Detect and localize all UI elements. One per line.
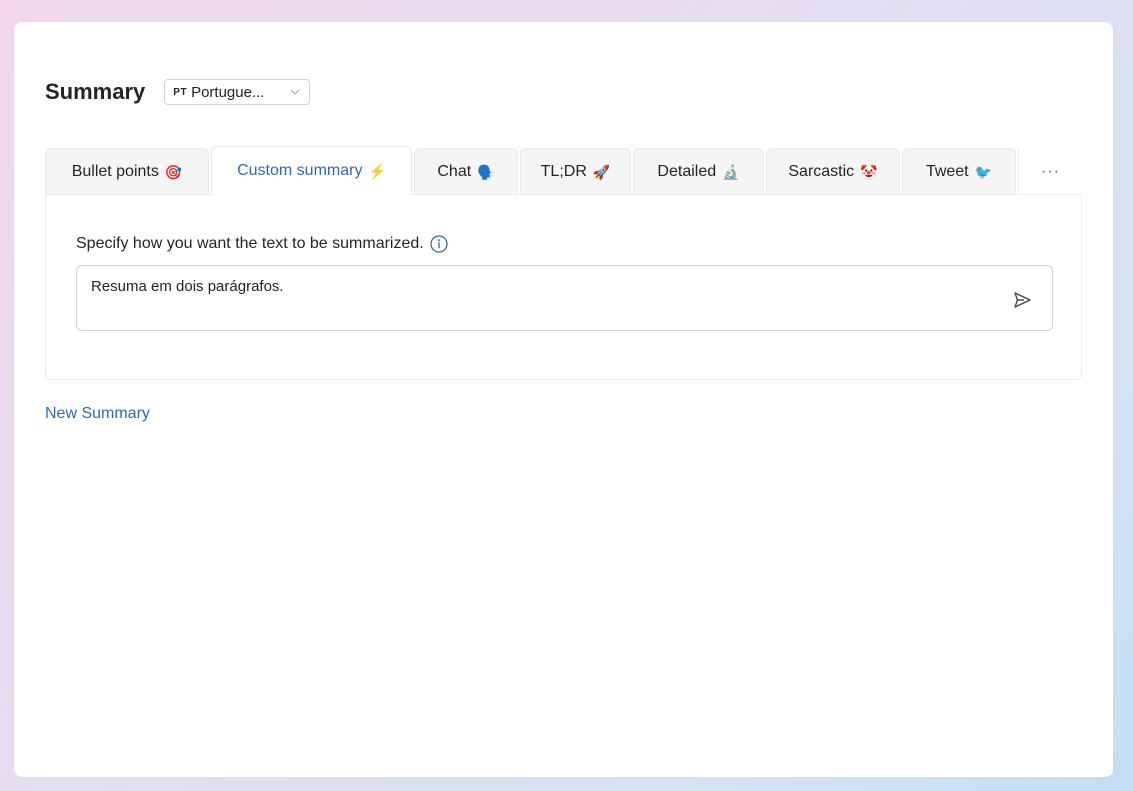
microscope-icon: 🔬 <box>722 163 740 180</box>
tab-detailed[interactable]: Detailed 🔬 <box>633 148 764 195</box>
tab-label: Bullet points <box>71 163 159 180</box>
chevron-down-icon <box>290 89 300 95</box>
tab-label: Sarcastic <box>788 163 855 180</box>
tab-sarcastic[interactable]: Sarcastic 🤡 <box>766 148 900 195</box>
target-icon: 🎯 <box>164 163 183 180</box>
tab-tldr[interactable]: TL;DR 🚀 <box>520 148 631 195</box>
prompt-value: Resuma em dois parágrafos. <box>91 278 284 295</box>
more-tabs-button[interactable]: ··· <box>1018 148 1082 195</box>
tab-label: Detailed <box>657 163 717 180</box>
bird-icon: 🐦 <box>974 163 993 180</box>
instruction-row: Specify how you want the text to be summ… <box>76 235 448 253</box>
tab-chat[interactable]: Chat 🗣️ <box>414 148 518 195</box>
new-summary-link[interactable]: New Summary <box>45 405 150 423</box>
language-label: Portugue... <box>191 83 265 101</box>
tab-tweet[interactable]: Tweet 🐦 <box>902 148 1016 195</box>
tab-label: Tweet <box>925 163 969 180</box>
info-icon[interactable] <box>430 235 448 253</box>
prompt-input[interactable]: Resuma em dois parágrafos. <box>76 265 1053 331</box>
main-card: Summary PT Portugue... Bullet points 🎯 C… <box>14 22 1113 777</box>
tab-label: Custom summary <box>237 162 363 179</box>
summary-tabs: Bullet points 🎯 Custom summary ⚡ Chat 🗣️… <box>45 146 1082 195</box>
tab-label: Chat <box>437 163 472 180</box>
tab-custom-summary[interactable]: Custom summary ⚡ <box>211 146 412 195</box>
instruction-label: Specify how you want the text to be summ… <box>76 235 424 252</box>
rocket-icon: 🚀 <box>592 163 611 180</box>
lightning-icon: ⚡ <box>368 162 386 179</box>
tab-label: TL;DR <box>540 163 587 180</box>
summary-header: Summary PT Portugue... <box>45 79 311 105</box>
send-icon[interactable] <box>1012 290 1032 310</box>
clown-icon: 🤡 <box>860 163 878 180</box>
language-code: PT <box>173 86 188 98</box>
tab-bullet-points[interactable]: Bullet points 🎯 <box>45 148 209 195</box>
speaking-head-icon: 🗣️ <box>477 163 495 180</box>
language-dropdown[interactable]: PT Portugue... <box>164 79 311 105</box>
page-title: Summary <box>45 79 146 104</box>
custom-summary-panel: Specify how you want the text to be summ… <box>45 194 1082 380</box>
